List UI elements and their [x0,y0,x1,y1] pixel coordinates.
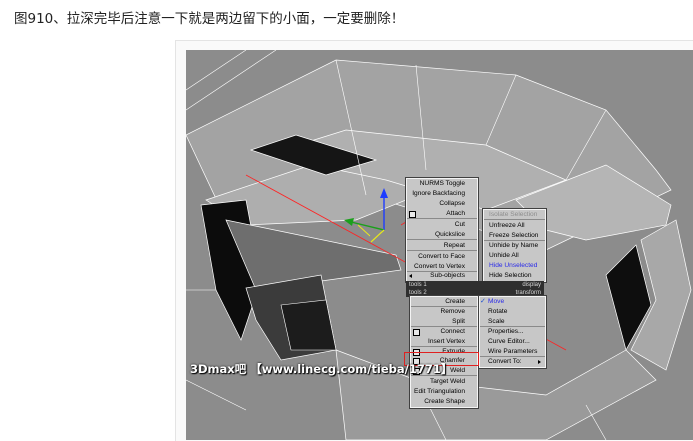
watermark: 3Dmax吧 【www.linecg.com/tieba/1771】 [190,362,453,376]
menu-item-hide-selection[interactable]: Hide Selection [484,271,545,281]
menu-item-collapse[interactable]: Collapse [407,199,477,209]
post-caption: 图910、拉深完毕后注意一下就是两边留下的小面，一定要删除！ [14,11,405,27]
menu-item-target-weld[interactable]: Target Weld [411,377,477,387]
menu-item-split[interactable]: Split [411,317,477,327]
menu-item-convert-to-face[interactable]: Convert to Face [407,252,477,262]
menu-item-create-shape[interactable]: Create Shape [411,397,477,407]
menu-item-isolate-selection[interactable]: Isolate Selection [484,210,545,220]
menu-item-attach[interactable]: Attach [407,209,477,219]
menu-item-cut[interactable]: Cut [407,220,477,230]
menu-item-unhide-by-name[interactable]: Unhide by Name [484,241,545,251]
settings-box-icon[interactable] [409,211,416,218]
menu-item-ignore-backfacing[interactable]: Ignore Backfacing [407,189,477,199]
menu-item-unhide-all[interactable]: Unhide All [484,251,545,261]
menu-item-edit-triangulation[interactable]: Edit Triangulation [411,387,477,397]
menu-item-freeze-selection[interactable]: Freeze Selection [484,231,545,241]
quad-header-top: tools 1 display [406,281,544,289]
submenu-arrow-left-icon [409,274,412,278]
menu-item-sub-objects[interactable]: Sub-objects [407,271,477,281]
menu-item-remove[interactable]: Remove [411,307,477,317]
menu-item-curve-editor[interactable]: Curve Editor... [480,337,545,347]
menu-item-properties[interactable]: Properties... [480,327,545,337]
quad-tools1-menu: NURMS Toggle Ignore Backfacing Collapse … [405,177,479,283]
submenu-arrow-right-icon [538,360,541,364]
menu-item-move[interactable]: ✓ Move [480,297,545,307]
settings-box-icon[interactable] [413,329,420,336]
menu-item-create[interactable]: Create [411,297,477,307]
quad-transform-menu: ✓ Move Rotate Scale Properties... Curve E… [478,295,547,369]
menu-item-nurms-toggle[interactable]: NURMS Toggle [407,179,477,189]
menu-item-wire-parameters[interactable]: Wire Parameters [480,347,545,357]
menu-item-unfreeze-all[interactable]: Unfreeze All [484,221,545,231]
menu-item-rotate[interactable]: Rotate [480,307,545,317]
menu-item-hide-unselected[interactable]: Hide Unselected [484,261,545,271]
menu-item-scale[interactable]: Scale [480,317,545,327]
menu-item-quickslice[interactable]: Quickslice [407,230,477,240]
quad-display-menu: Isolate Selection Unfreeze All Freeze Se… [482,208,547,283]
menu-item-convert-to[interactable]: Convert To: [480,357,545,367]
menu-item-connect[interactable]: Connect [411,327,477,337]
check-mark-icon: ✓ [480,298,486,305]
menu-item-insert-vertex[interactable]: Insert Vertex [411,337,477,347]
menu-item-repeat[interactable]: Repeat [407,241,477,251]
